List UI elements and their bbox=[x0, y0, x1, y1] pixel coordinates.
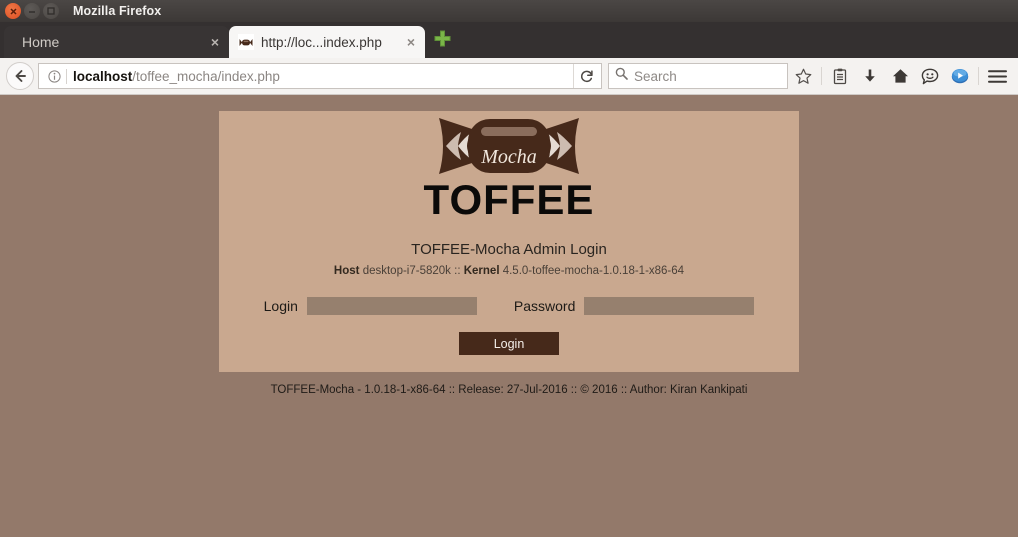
window-controls bbox=[5, 3, 59, 19]
menu-hamburger-icon[interactable] bbox=[982, 62, 1012, 90]
plus-icon bbox=[434, 30, 451, 52]
info-circle-icon[interactable] bbox=[45, 69, 63, 83]
title-bar: Mozilla Firefox bbox=[0, 0, 1018, 22]
download-icon[interactable] bbox=[855, 62, 885, 90]
url-host: localhost bbox=[73, 68, 133, 84]
tab-index-php[interactable]: http://loc...index.php × bbox=[229, 26, 425, 58]
submit-row: Login bbox=[219, 332, 799, 355]
tab-label: http://loc...index.php bbox=[261, 34, 382, 50]
toffee-candy-icon bbox=[238, 34, 254, 50]
toffee-mocha-logo: Mocha TOFFEE bbox=[219, 111, 799, 221]
new-tab-button[interactable] bbox=[429, 26, 455, 56]
reload-icon[interactable] bbox=[573, 64, 599, 88]
toolbar-separator bbox=[821, 67, 822, 85]
search-input[interactable]: Search bbox=[634, 69, 677, 84]
navigation-toolbar: localhost/toffee_mocha/index.php Search bbox=[0, 58, 1018, 95]
hello-chat-icon[interactable] bbox=[915, 62, 945, 90]
login-card: Mocha TOFFEE TOFFEE-Mocha Admin Login Ho… bbox=[219, 111, 799, 372]
home-icon[interactable] bbox=[885, 62, 915, 90]
login-input[interactable] bbox=[306, 297, 477, 315]
page-title: TOFFEE-Mocha Admin Login bbox=[411, 241, 607, 258]
window-minimize-button[interactable] bbox=[24, 3, 40, 19]
window-title: Mozilla Firefox bbox=[73, 4, 162, 18]
login-form-row: Login Password bbox=[219, 297, 799, 315]
magnifier-icon bbox=[615, 67, 628, 85]
tab-strip: Home × http://loc...index.php × bbox=[0, 22, 1018, 58]
tab-close-icon[interactable]: × bbox=[211, 35, 219, 49]
logo-candy-label: Mocha bbox=[480, 146, 537, 168]
url-bar[interactable]: localhost/toffee_mocha/index.php bbox=[38, 63, 602, 89]
host-kernel-info: Host desktop-i7-5820k :: Kernel 4.5.0-to… bbox=[219, 265, 799, 277]
url-separator bbox=[66, 68, 67, 84]
password-input[interactable] bbox=[584, 297, 755, 315]
kernel-value: 4.5.0-toffee-mocha-1.0.18-1-x86-64 bbox=[502, 265, 685, 277]
kernel-label: Kernel bbox=[463, 265, 500, 277]
host-label: Host bbox=[333, 265, 360, 277]
host-value: desktop-i7-5820k bbox=[362, 265, 451, 277]
search-bar[interactable]: Search bbox=[608, 63, 788, 89]
bookmark-star-icon[interactable] bbox=[788, 62, 818, 90]
url-path: /toffee_mocha/index.php bbox=[132, 68, 280, 84]
page-viewport: Mocha TOFFEE TOFFEE-Mocha Admin Login Ho… bbox=[0, 96, 1018, 537]
info-separator: :: bbox=[454, 265, 461, 277]
password-label: Password bbox=[513, 298, 576, 314]
browser-window: Mozilla Firefox Home × http://loc...inde… bbox=[0, 0, 1018, 537]
pocket-icon[interactable] bbox=[945, 62, 975, 90]
tab-close-icon[interactable]: × bbox=[407, 35, 415, 49]
url-text: localhost/toffee_mocha/index.php bbox=[73, 69, 573, 84]
reading-list-icon[interactable] bbox=[825, 62, 855, 90]
back-arrow-icon[interactable] bbox=[6, 62, 34, 90]
page-footer: TOFFEE-Mocha - 1.0.18-1-x86-64 :: Releas… bbox=[270, 384, 748, 396]
login-label: Login bbox=[263, 298, 298, 314]
login-submit-button[interactable]: Login bbox=[459, 332, 559, 355]
window-close-button[interactable] bbox=[5, 3, 21, 19]
logo-wordmark: TOFFEE bbox=[423, 176, 595, 223]
window-maximize-button[interactable] bbox=[43, 3, 59, 19]
toolbar-separator bbox=[978, 67, 979, 85]
toffee-candy-logo-icon: Mocha bbox=[438, 116, 580, 181]
tab-label: Home bbox=[22, 34, 60, 50]
tab-home[interactable]: Home × bbox=[4, 26, 229, 58]
